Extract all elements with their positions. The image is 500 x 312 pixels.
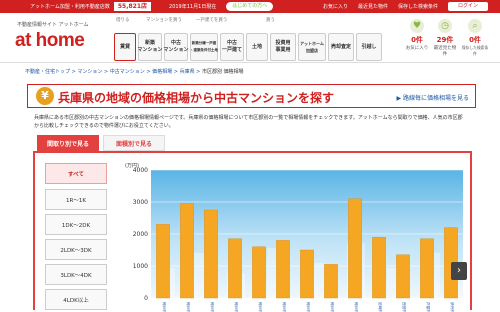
price-bar <box>324 264 338 299</box>
recent-count: 29件 <box>436 36 454 44</box>
y-tick-label: 1000 <box>133 263 148 270</box>
clock-icon: ◷ <box>438 19 452 33</box>
util-recent[interactable]: ◷ 29件 最近見た物件 <box>432 17 458 61</box>
saved-search-link[interactable]: 保存した検索条件 <box>398 3 438 10</box>
price-bar <box>204 209 218 299</box>
y-tick-label: 2000 <box>133 231 148 238</box>
x-tick-label: 神戸市西区 <box>354 302 359 312</box>
beginner-guide-link[interactable]: はじめての方へ <box>226 2 274 11</box>
nav-used-house[interactable]: 中古 一戸建て <box>220 33 244 61</box>
breadcrumb-top[interactable]: 不動産・住宅トップ <box>25 69 70 75</box>
login-button[interactable]: ログイン <box>447 2 488 11</box>
nav-used-mansion[interactable]: 中古 マンション <box>164 33 189 61</box>
price-bar <box>276 240 290 299</box>
price-bar <box>180 203 194 299</box>
nav-rent[interactable]: 賃貸 <box>114 33 136 61</box>
breadcrumb-current: 市区郡別 価格相場 <box>201 69 244 75</box>
layout-filter-4ldk-plus[interactable]: 4LDK以上 <box>45 289 107 310</box>
tab-by-layout[interactable]: 間取り別で見る <box>37 135 99 151</box>
x-tick-label: 神戸市東灘区 <box>162 302 167 312</box>
page-description: 兵庫県にある市区郡別の中古マンションの価格相場情報ページです。兵庫県の価格相場に… <box>34 115 463 129</box>
nav-group-house: 一戸建てを買う <box>196 18 228 23</box>
favorites-link[interactable]: お気に入り <box>323 3 348 10</box>
member-count-label: アットホーム加盟・利用不動産店数 <box>30 4 110 10</box>
saved-search-label: 保存した検索条件 <box>461 45 489 56</box>
athome-logo[interactable]: at home <box>15 30 85 52</box>
util-saved-search[interactable]: ⌕ 0件 保存した検索条件 <box>460 17 490 61</box>
chart-y-labels: 01000200030004000 <box>133 167 148 302</box>
breadcrumb: 不動産・住宅トップ > マンション > 中古マンション > 価格相場 > 兵庫県… <box>25 69 244 75</box>
top-notice-bar: アットホーム加盟・利用不動産店数 55,821店 2019年11月1日現在 はじ… <box>0 0 500 13</box>
site-header: 不動産情報サイト アットホーム at home 借りる マンションを買う 一戸建… <box>0 13 500 63</box>
nav-member-shops[interactable]: アットホーム 加盟店 <box>298 33 326 61</box>
x-tick-label: 尼崎市 <box>378 302 383 312</box>
heart-icon: ♥ <box>410 19 424 33</box>
breadcrumb-hyogo[interactable]: 兵庫県 <box>180 69 195 75</box>
price-chart: 01000200030004000 神戸市東灘区神戸市灘区神戸市中央区神戸市兵庫… <box>117 156 467 312</box>
price-bar <box>228 238 242 299</box>
util-favorites[interactable]: ♥ 0件 お気に入り <box>404 17 430 61</box>
price-bar <box>252 246 266 299</box>
layout-filter-1dk-2dk[interactable]: 1DK〜2DK <box>45 214 107 235</box>
price-bar <box>372 236 386 299</box>
layout-filter-3ldk-4dk[interactable]: 3LDK〜4DK <box>45 264 107 285</box>
nav-new-house[interactable]: 新築分譲一戸建 ・建築条件付土地 <box>190 33 218 61</box>
top-links: お気に入り 最近見た物件 保存した検索条件 ログイン <box>323 2 488 11</box>
price-bar <box>348 198 362 299</box>
yen-coin-icon: ¥ <box>36 87 54 105</box>
nav-group-buy: 買う <box>266 18 275 23</box>
line-price-link-label: 路線毎に価格相場を見る <box>402 95 469 102</box>
count-date: 2019年11月1日現在 <box>169 4 217 10</box>
member-count: 55,821店 <box>113 2 152 11</box>
nav-moving[interactable]: 引越し <box>356 33 382 61</box>
x-tick-label: 神戸市垂水区 <box>306 302 311 312</box>
chart-x-labels: 神戸市東灘区 神戸市灘区 神戸市中央区 神戸市兵庫区 神戸市長田区 神戸市須磨区 神戸市垂水… <box>162 302 455 312</box>
nav-new-mansion[interactable]: 新築 マンション <box>138 33 163 61</box>
recent-link[interactable]: 最近見た物件 <box>358 3 388 10</box>
y-tick-label: 0 <box>144 295 148 302</box>
price-bar <box>420 238 434 299</box>
site-subtitle: 不動産情報サイト アットホーム <box>17 22 89 28</box>
favorites-count: 0件 <box>411 36 423 44</box>
favorites-label: お気に入り <box>405 46 429 51</box>
price-bar <box>300 249 314 299</box>
layout-filter-1r-1k[interactable]: 1R〜1K <box>45 189 107 210</box>
nav-group-mansion: マンションを買う <box>146 18 182 23</box>
chart-y-unit: (万円) <box>125 163 139 169</box>
price-bar <box>396 254 410 299</box>
x-tick-label: 芦屋市 <box>426 302 431 312</box>
line-price-link[interactable]: ▶ 路線毎に価格相場を見る <box>396 93 469 102</box>
y-tick-label: 3000 <box>133 199 148 206</box>
nav-group-rent: 借りる <box>116 18 130 23</box>
x-tick-label: 伊丹市 <box>450 302 455 312</box>
tab-by-area[interactable]: 面積別で見る <box>103 135 165 151</box>
x-tick-label: 神戸市中央区 <box>210 302 215 312</box>
layout-filter-2ldk-3dk[interactable]: 2LDK〜3DK <box>45 239 107 260</box>
breadcrumb-price[interactable]: 価格相場 <box>152 69 172 75</box>
page-title-box: ¥ 兵庫県の地域の価格相場から中古マンションを探す ▶ 路線毎に価格相場を見る <box>27 84 476 108</box>
page-title: 兵庫県の地域の価格相場から中古マンションを探す <box>58 91 335 105</box>
breadcrumb-used-mansion[interactable]: 中古マンション <box>110 69 145 75</box>
x-tick-label: 西宮市 <box>402 302 407 312</box>
chevron-right-icon[interactable]: › <box>451 262 467 280</box>
price-panel: すべて 1R〜1K 1DK〜2DK 2LDK〜3DK 3LDK〜4DK 4LDK… <box>33 151 472 312</box>
saved-search-count: 0件 <box>469 36 481 44</box>
x-tick-label: 神戸市兵庫区 <box>234 302 239 312</box>
x-tick-label: 神戸市須磨区 <box>282 302 287 312</box>
nav-investment[interactable]: 投資用 事業用 <box>270 33 296 61</box>
recent-label: 最近見た物件 <box>433 46 457 57</box>
x-tick-label: 神戸市長田区 <box>258 302 263 312</box>
price-bar <box>156 224 170 299</box>
nav-sale-assessment[interactable]: 売却査定 <box>328 33 354 61</box>
search-icon: ⌕ <box>468 19 482 33</box>
price-chart-svg: 01000200030004000 神戸市東灘区神戸市灘区神戸市中央区神戸市兵庫… <box>125 163 465 312</box>
x-tick-label: 神戸市灘区 <box>186 302 191 312</box>
x-tick-label: 神戸市北区 <box>330 302 335 312</box>
breadcrumb-mansion[interactable]: マンション <box>77 69 102 75</box>
layout-filter-all[interactable]: すべて <box>45 163 107 184</box>
nav-land[interactable]: 土地 <box>246 33 268 61</box>
